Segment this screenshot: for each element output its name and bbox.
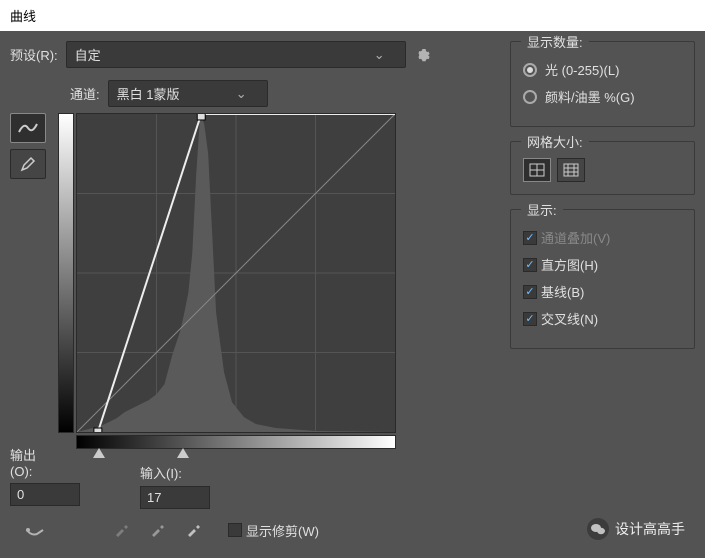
curve-point[interactable] (197, 113, 205, 120)
watermark-text: 设计高高手 (615, 519, 685, 539)
grid-large-button[interactable] (557, 158, 585, 182)
curve-tool-button[interactable] (10, 113, 46, 143)
hand-icon[interactable] (24, 519, 46, 541)
radio-icon (523, 90, 537, 104)
histogram-checkbox[interactable]: 直方图(H) (523, 255, 682, 274)
chevron-down-icon: ⌄ (236, 86, 247, 102)
gear-icon[interactable] (414, 47, 430, 63)
radio-icon (523, 63, 537, 77)
input-gradient (76, 435, 396, 449)
black-eyedropper-icon[interactable] (110, 519, 132, 541)
preset-select[interactable]: 自定 ⌄ (66, 41, 406, 68)
grid-size-title: 网格大小: (521, 132, 589, 151)
input-label: 输入(I): (140, 463, 182, 482)
curves-graph[interactable] (76, 113, 396, 433)
preset-label: 预设(R): (10, 45, 58, 64)
gray-eyedropper-icon[interactable] (146, 519, 168, 541)
black-point-slider[interactable] (93, 448, 105, 458)
curve-point[interactable] (94, 428, 102, 433)
show-clipping-checkbox[interactable]: 显示修剪(W) (228, 521, 319, 540)
pencil-tool-button[interactable] (10, 149, 46, 179)
show-panel-title: 显示: (521, 200, 563, 219)
intersection-checkbox[interactable]: 交叉线(N) (523, 309, 682, 328)
checkbox-icon (523, 258, 537, 272)
white-eyedropper-icon[interactable] (182, 519, 204, 541)
display-amount-panel: 显示数量: 光 (0-255)(L) 颜料/油墨 %(G) (510, 41, 695, 127)
output-label: 输出(O): (10, 445, 50, 479)
pigment-radio-label: 颜料/油墨 %(G) (545, 87, 635, 106)
baseline-label: 基线(B) (541, 282, 584, 301)
channel-select[interactable]: 黑白 1蒙版 ⌄ (108, 80, 268, 107)
grid-size-panel: 网格大小: (510, 141, 695, 195)
channel-overlay-checkbox: 通道叠加(V) (523, 228, 682, 247)
show-panel: 显示: 通道叠加(V) 直方图(H) 基线(B) 交叉线(N) (510, 209, 695, 349)
checkbox-icon (523, 285, 537, 299)
light-radio[interactable]: 光 (0-255)(L) (523, 60, 682, 79)
input-input[interactable] (140, 486, 210, 509)
watermark: 设计高高手 (587, 518, 685, 540)
output-gradient (58, 113, 74, 433)
window-title: 曲线 (0, 0, 705, 31)
baseline-checkbox[interactable]: 基线(B) (523, 282, 682, 301)
grid-small-button[interactable] (523, 158, 551, 182)
chevron-down-icon: ⌄ (374, 47, 385, 63)
histogram-label: 直方图(H) (541, 255, 598, 274)
checkbox-icon (523, 231, 537, 245)
pigment-radio[interactable]: 颜料/油墨 %(G) (523, 87, 682, 106)
checkbox-icon (228, 523, 242, 537)
show-clipping-label: 显示修剪(W) (246, 521, 319, 540)
wechat-icon (587, 518, 609, 540)
intersection-label: 交叉线(N) (541, 309, 598, 328)
light-radio-label: 光 (0-255)(L) (545, 60, 619, 79)
channel-overlay-label: 通道叠加(V) (541, 228, 610, 247)
preset-value: 自定 (75, 45, 101, 64)
channel-value: 黑白 1蒙版 (117, 84, 180, 103)
channel-label: 通道: (70, 84, 100, 103)
checkbox-icon (523, 312, 537, 326)
display-amount-title: 显示数量: (521, 32, 589, 51)
mid-point-slider[interactable] (177, 448, 189, 458)
